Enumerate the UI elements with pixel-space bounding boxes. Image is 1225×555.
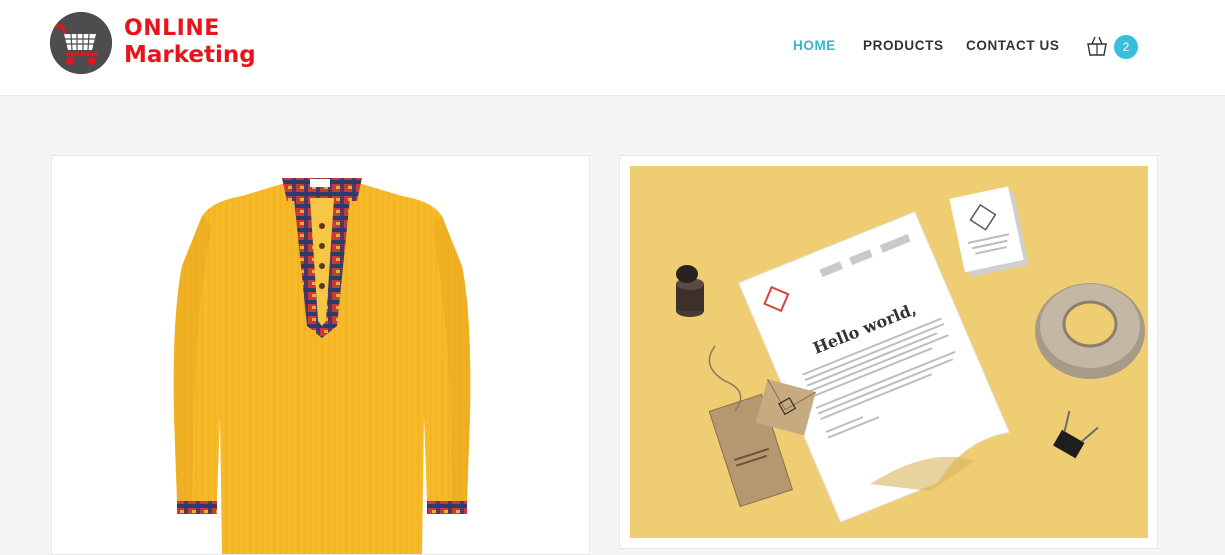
cart-button[interactable]: 2 bbox=[1086, 33, 1146, 61]
product-image-shirt[interactable] bbox=[52, 156, 589, 554]
logo-cart-icon bbox=[50, 12, 112, 74]
logo-text: ONLINE Marketing bbox=[124, 16, 256, 68]
site-header: ONLINE Marketing HOME PRODUCTS CONTACT U… bbox=[0, 0, 1225, 96]
shopping-bag-icon bbox=[1086, 35, 1108, 62]
cart-count-badge: 2 bbox=[1114, 35, 1138, 59]
logo-line-2: Marketing bbox=[124, 42, 256, 68]
nav-products[interactable]: PRODUCTS bbox=[863, 38, 944, 53]
product-card[interactable]: Hello world, bbox=[619, 155, 1158, 549]
logo[interactable]: ONLINE Marketing bbox=[50, 10, 256, 80]
product-card[interactable] bbox=[51, 155, 590, 555]
nav-contact-us[interactable]: CONTACT US bbox=[966, 38, 1060, 53]
product-image-stationery[interactable]: Hello world, bbox=[630, 166, 1148, 538]
logo-line-1: ONLINE bbox=[124, 16, 220, 41]
nav-home[interactable]: HOME bbox=[793, 38, 836, 53]
